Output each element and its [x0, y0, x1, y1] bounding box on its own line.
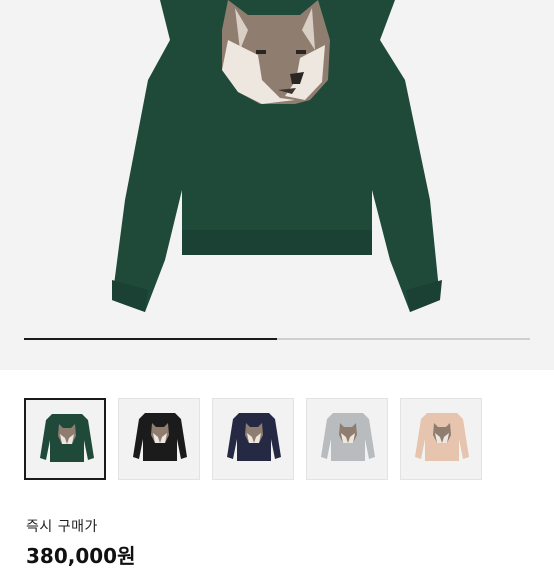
sweater-thumbnail-icon [415, 413, 469, 461]
color-thumbnail-navy[interactable] [212, 398, 294, 480]
instant-buy-label: 즉시 구매가 [26, 519, 98, 535]
sweater-thumbnail-icon [133, 413, 187, 461]
sweater-thumbnail-icon [227, 413, 281, 461]
fox-head-motif [222, 0, 330, 104]
sweater-thumbnail-icon [321, 413, 375, 461]
sweater-thumbnail-icon [40, 414, 94, 462]
color-thumbnail-black[interactable] [118, 398, 200, 480]
color-thumbnail-list [24, 398, 530, 482]
instant-buy-price: 380,000원 [26, 544, 136, 568]
color-thumbnail-grey[interactable] [306, 398, 388, 480]
product-image[interactable] [0, 0, 554, 370]
color-thumbnail-green[interactable] [24, 398, 106, 480]
sweater-image [112, 0, 442, 312]
gallery-progress-fill [24, 338, 277, 340]
color-thumbnail-beige[interactable] [400, 398, 482, 480]
gallery-progress-bar [24, 338, 530, 340]
